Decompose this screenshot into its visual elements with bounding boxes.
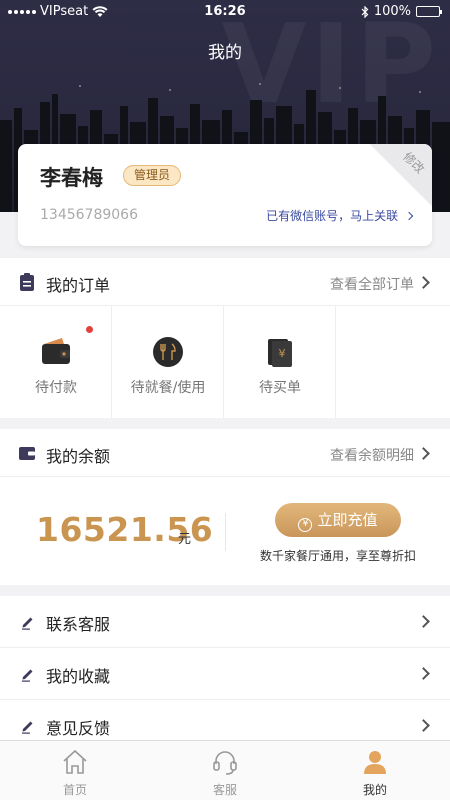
status-bar: VIPseat 16:26 100% [0,0,450,24]
order-pending-bill[interactable]: ¥ 待买单 [224,306,336,418]
notification-dot [86,326,93,333]
bill-icon: ¥ [268,339,292,367]
chevron-right-icon [417,276,430,289]
order-pending-payment[interactable]: 待付款 [0,306,112,418]
order-pending-dining-label: 待就餐/使用 [130,380,206,396]
pencil-icon [22,617,33,630]
order-status-grid: 待付款 待就餐/使用 ¥ 待买单 [0,306,450,418]
link-wechat-label: 已有微信账号，马上关联 [266,209,399,223]
menu-label: 我的收藏 [46,667,111,686]
battery-percent: 100% [373,4,411,19]
chevron-right-icon [404,211,414,221]
settings-menu: 联系客服 我的收藏 意见反馈 [0,596,450,752]
view-balance-detail-link[interactable]: 查看余额明细 [330,445,414,465]
user-name: 李春梅 [40,166,103,190]
tab-label: 客服 [212,783,237,797]
chevron-right-icon [417,719,430,732]
dining-icon [153,337,183,367]
tab-mine[interactable]: 我的 [300,741,450,800]
balance-title: 我的余额 [46,447,111,466]
pencil-icon [22,721,33,734]
balance-unit: 元 [178,532,192,547]
balance-panel: 16521.56 元 ¥ 立即充值 数千家餐厅通用，享至尊折扣 [0,477,450,585]
order-empty-cell [336,306,448,418]
page-title: 我的 [208,43,242,63]
menu-contact-support[interactable]: 联系客服 [0,596,450,648]
role-badge: 管理员 [123,165,182,186]
orders-title: 我的订单 [46,276,111,295]
home-icon [63,749,87,774]
pencil-icon [22,669,33,682]
card-wallet-icon [19,447,35,460]
tab-bar: 首页 客服 我的 [0,740,450,800]
order-pending-payment-label: 待付款 [35,380,77,396]
tab-support[interactable]: 客服 [150,741,300,800]
edit-profile-button[interactable]: 修改 [370,144,432,206]
svg-text:¥: ¥ [279,347,286,360]
user-icon [364,751,386,774]
bluetooth-icon [361,5,369,18]
menu-my-favorites[interactable]: 我的收藏 [0,648,450,700]
divider [225,513,226,551]
chevron-right-icon [417,615,430,628]
chevron-right-icon [417,447,430,460]
menu-label: 联系客服 [46,615,111,634]
tab-home[interactable]: 首页 [0,741,150,800]
orders-section-header[interactable]: 我的订单 查看全部订单 [0,258,450,306]
recharge-button[interactable]: ¥ 立即充值 [275,503,401,537]
yuan-coin-icon: ¥ [298,518,313,532]
profile-card: 李春梅 管理员 13456789066 已有微信账号，马上关联 修改 [18,144,432,246]
link-wechat-button[interactable]: 已有微信账号，马上关联 [266,207,414,224]
order-pending-bill-label: 待买单 [259,380,301,396]
headset-icon [213,751,237,775]
balance-section-header[interactable]: 我的余额 查看余额明细 [0,429,450,477]
user-phone: 13456789066 [40,207,138,223]
recharge-label: 立即充值 [317,511,378,529]
recharge-note: 数千家餐厅通用，享至尊折扣 [260,549,417,563]
order-pending-dining[interactable]: 待就餐/使用 [112,306,224,418]
battery-icon [416,6,442,17]
wallet-icon [42,338,70,364]
tab-label: 首页 [62,783,87,797]
view-all-orders-link[interactable]: 查看全部订单 [330,274,414,294]
tab-label: 我的 [362,783,387,797]
menu-label: 意见反馈 [46,719,111,738]
chevron-right-icon [417,667,430,680]
clipboard-icon [20,273,34,291]
